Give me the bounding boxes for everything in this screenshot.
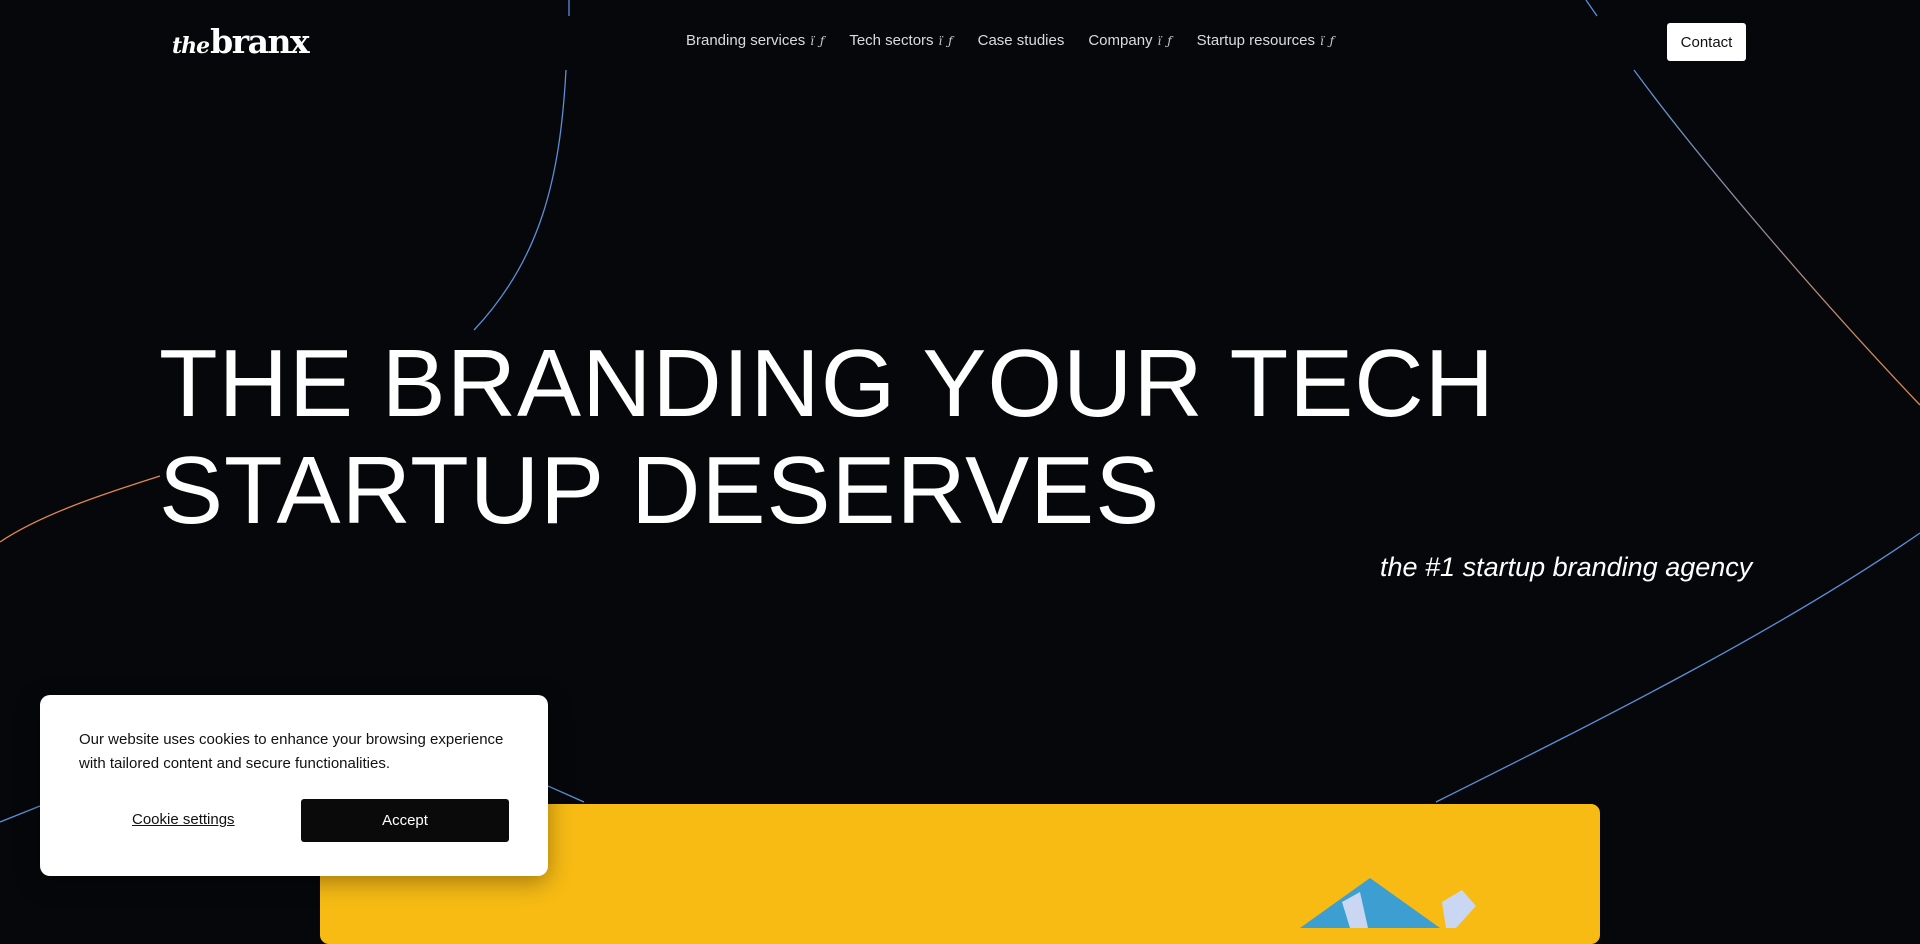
logo-prefix: the xyxy=(172,33,210,59)
site-header: the branx Branding services ï ƒ Tech sec… xyxy=(0,0,1920,84)
illustration-shape-light-2 xyxy=(1442,890,1476,928)
illustration-shape-blue xyxy=(1300,878,1440,928)
curve-center-arc xyxy=(473,69,567,331)
nav-label: Branding services xyxy=(686,32,806,49)
hero-tagline: the #1 startup branding agency xyxy=(1380,552,1753,582)
nav-item-startup-resources[interactable]: Startup resources ï ƒ xyxy=(1197,32,1335,49)
nav-item-company[interactable]: Company ï ƒ xyxy=(1088,32,1172,49)
hero-headline-line-1: THE BRANDING YOUR TECH xyxy=(159,330,1495,437)
curve-left-lower xyxy=(0,805,41,823)
curve-under-banner xyxy=(547,785,585,803)
contact-button[interactable]: Contact xyxy=(1667,23,1746,61)
cookie-banner: Our website uses cookies to enhance your… xyxy=(40,695,548,876)
chevron-down-icon: ï ƒ xyxy=(1157,33,1173,48)
nav-label: Case studies xyxy=(977,32,1065,49)
nav-item-case-studies[interactable]: Case studies xyxy=(978,32,1065,49)
chevron-down-icon: ï ƒ xyxy=(1320,33,1336,48)
logo-wordmark: branx xyxy=(210,22,310,61)
nav-label: Startup resources xyxy=(1196,32,1316,49)
curve-right-diagonal xyxy=(1633,69,1920,406)
cookie-message: Our website uses cookies to enhance your… xyxy=(79,731,504,772)
nav-label: Company xyxy=(1088,32,1153,49)
chevron-down-icon: ï ƒ xyxy=(810,33,826,48)
main-nav: Branding services ï ƒ Tech sectors ï ƒ C… xyxy=(686,32,1335,49)
hero-headline-line-2: STARTUP DESERVES xyxy=(159,437,1161,544)
cookie-settings-link[interactable]: Cookie settings xyxy=(132,811,235,828)
accept-cookies-button[interactable]: Accept xyxy=(301,799,509,842)
hero-headline: THE BRANDING YOUR TECH STARTUP DESERVES xyxy=(159,330,1495,544)
nav-label: Tech sectors xyxy=(849,32,934,49)
card-illustration xyxy=(1300,878,1476,928)
nav-item-branding-services[interactable]: Branding services ï ƒ xyxy=(686,32,825,49)
chevron-down-icon: ï ƒ xyxy=(938,33,954,48)
nav-item-tech-sectors[interactable]: Tech sectors ï ƒ xyxy=(849,32,953,49)
curve-left-orange xyxy=(0,475,161,543)
brand-logo[interactable]: the branx xyxy=(172,22,310,61)
